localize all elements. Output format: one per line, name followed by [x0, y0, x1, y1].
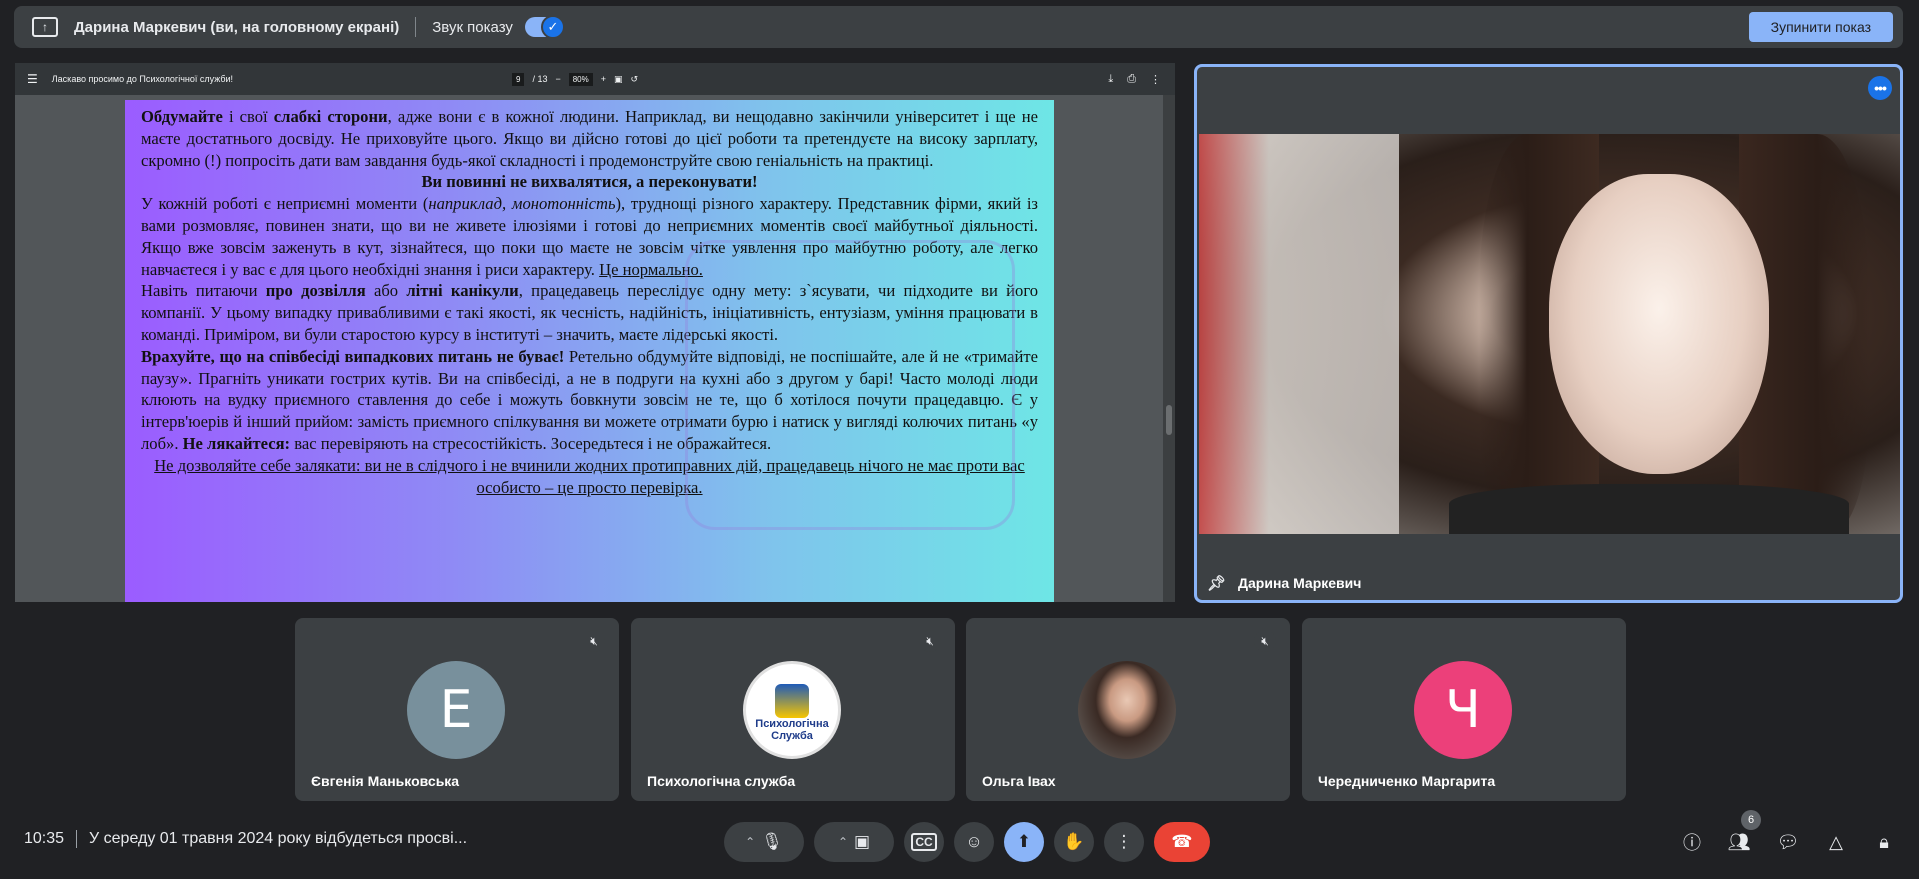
participant-tile[interactable]: Ч Чередниченко Маргарита: [1302, 618, 1626, 801]
camera-control[interactable]: ⌃ ▣: [814, 822, 894, 862]
leave-call-button[interactable]: ☎: [1154, 822, 1210, 862]
emoji-icon: ☺: [965, 832, 983, 851]
pinned-participant-tile[interactable]: ••• 📌︎ Дарина Маркевич: [1194, 64, 1903, 603]
participant-video: [1199, 134, 1900, 534]
page-total: / 13: [532, 74, 548, 84]
chat-icon[interactable]: 💬︎: [1774, 828, 1802, 856]
participant-name: Чередниченко Маргарита: [1318, 773, 1496, 789]
stop-presenting-button[interactable]: Зупинити показ: [1748, 12, 1893, 42]
download-icon[interactable]: ⤓: [1108, 73, 1113, 86]
main-participant-name: Дарина Маркевич: [1238, 575, 1362, 591]
more-vert-icon[interactable]: ⋮: [1150, 73, 1161, 86]
scrollbar-thumb[interactable]: [1166, 405, 1172, 435]
avatar: Психологічна Служба: [743, 661, 841, 759]
raise-hand-button[interactable]: ✋: [1054, 822, 1094, 862]
crest-logo-icon: [775, 684, 809, 718]
people-icon[interactable]: 👥︎: [1725, 828, 1753, 856]
meet-window: ↑ Дарина Маркевич (ви, на головному екра…: [0, 0, 1919, 879]
watermark-graphic: [685, 240, 1015, 530]
activities-icon[interactable]: △: [1822, 828, 1850, 856]
pin-icon[interactable]: 📌︎: [1207, 574, 1226, 592]
host-controls-icon[interactable]: 🔒︎: [1870, 828, 1898, 856]
video-face: [1549, 174, 1769, 474]
share-sound-toggle[interactable]: ✓: [524, 15, 565, 39]
mic-icon[interactable]: 🎙︎: [761, 832, 783, 852]
more-options-button[interactable]: ⋮: [1104, 822, 1144, 862]
participant-name: Ольга Івах: [982, 773, 1056, 789]
chevron-up-icon[interactable]: ⌃: [745, 835, 755, 849]
clock-time: 10:35: [24, 830, 65, 847]
print-icon[interactable]: ⎙: [1127, 73, 1136, 86]
paragraph-weaknesses: Обдумайте і свої слабкі сторони, адже во…: [141, 107, 1038, 170]
avatar: Ч: [1414, 661, 1512, 759]
video-shirt: [1449, 484, 1849, 534]
main-tile-name: 📌︎ Дарина Маркевич: [1207, 574, 1361, 592]
participant-name: Євгенія Маньковська: [311, 773, 460, 789]
participant-tile[interactable]: 🔇︎ Психологічна Служба Психологічна служ…: [631, 618, 955, 801]
zoom-input[interactable]: 80%: [568, 72, 593, 86]
chevron-up-icon[interactable]: ⌃: [838, 835, 848, 849]
divider: [76, 830, 78, 848]
presenting-bar: ↑ Дарина Маркевич (ви, на головному екра…: [14, 6, 1903, 48]
pdf-toolbar: ☰ Ласкаво просимо до Психологічної служб…: [15, 63, 1175, 95]
video-background: [1199, 134, 1399, 534]
mic-off-icon: 🔇︎: [919, 630, 941, 652]
participant-tile[interactable]: 🔇︎ Е Євгенія Маньковська: [295, 618, 619, 801]
share-sound-label: Звук показу: [432, 18, 513, 36]
more-options-icon[interactable]: •••: [1868, 76, 1892, 100]
page-number-input[interactable]: 9: [512, 72, 525, 86]
zoom-out-icon[interactable]: −: [555, 74, 560, 84]
present-to-all-icon: ⬆: [1016, 832, 1032, 851]
pdf-page: Обдумайте і свої слабкі сторони, адже во…: [125, 100, 1054, 602]
pdf-title: Ласкаво просимо до Психологічної служби!: [51, 74, 234, 84]
captions-button[interactable]: CC: [904, 822, 944, 862]
meeting-details: 10:35 У середу 01 травня 2024 року відбу…: [24, 830, 467, 848]
avatar: Е: [407, 661, 505, 759]
meeting-title: У середу 01 травня 2024 року відбудеться…: [89, 830, 468, 847]
pdf-page-controls: 9 / 13 − 80% + ▣ ↺: [512, 63, 638, 95]
participant-name: Психологічна служба: [647, 773, 796, 789]
menu-icon[interactable]: ☰: [27, 72, 38, 86]
zoom-in-icon[interactable]: +: [601, 74, 606, 84]
call-end-icon: ☎: [1171, 832, 1193, 851]
closed-captions-icon: CC: [911, 833, 937, 851]
info-icon[interactable]: ⓘ: [1678, 828, 1706, 856]
emoji-button[interactable]: ☺: [954, 822, 994, 862]
avatar: [1078, 661, 1176, 759]
mic-off-icon: 🔇︎: [583, 630, 605, 652]
fit-page-icon[interactable]: ▣: [614, 74, 623, 85]
pdf-scrollbar[interactable]: [1163, 95, 1175, 602]
call-controls: ⌃ 🎙︎ ⌃ ▣ CC ☺ ⬆ ✋ ⋮ ☎: [724, 822, 1210, 862]
present-button[interactable]: ⬆: [1004, 822, 1044, 862]
bottom-bar: 10:35 У середу 01 травня 2024 року відбу…: [0, 810, 1919, 879]
paragraph-heading: Ви повинні не вихвалятися, а переконуват…: [421, 172, 758, 192]
divider: [415, 17, 417, 37]
mic-off-icon: 🔇︎: [1254, 630, 1276, 652]
presenter-label: Дарина Маркевич (ви, на головному екрані…: [74, 18, 400, 36]
present-to-all-icon: ↑: [32, 17, 58, 37]
pdf-actions: ⤓ ⎙ ⋮: [1108, 63, 1161, 95]
microphone-control[interactable]: ⌃ 🎙︎: [724, 822, 804, 862]
shared-screen: ☰ Ласкаво просимо до Психологічної служб…: [15, 63, 1175, 602]
rotate-icon[interactable]: ↺: [631, 74, 639, 85]
logo-text: Психологічна Служба: [755, 718, 829, 742]
raise-hand-icon: ✋: [1063, 832, 1085, 851]
check-icon: ✓: [540, 15, 565, 39]
camera-icon[interactable]: ▣: [854, 832, 870, 852]
people-count-badge: 6: [1741, 810, 1761, 830]
more-vert-icon: ⋮: [1115, 832, 1133, 851]
participant-tile[interactable]: 🔇︎ Ольга Івах: [966, 618, 1290, 801]
